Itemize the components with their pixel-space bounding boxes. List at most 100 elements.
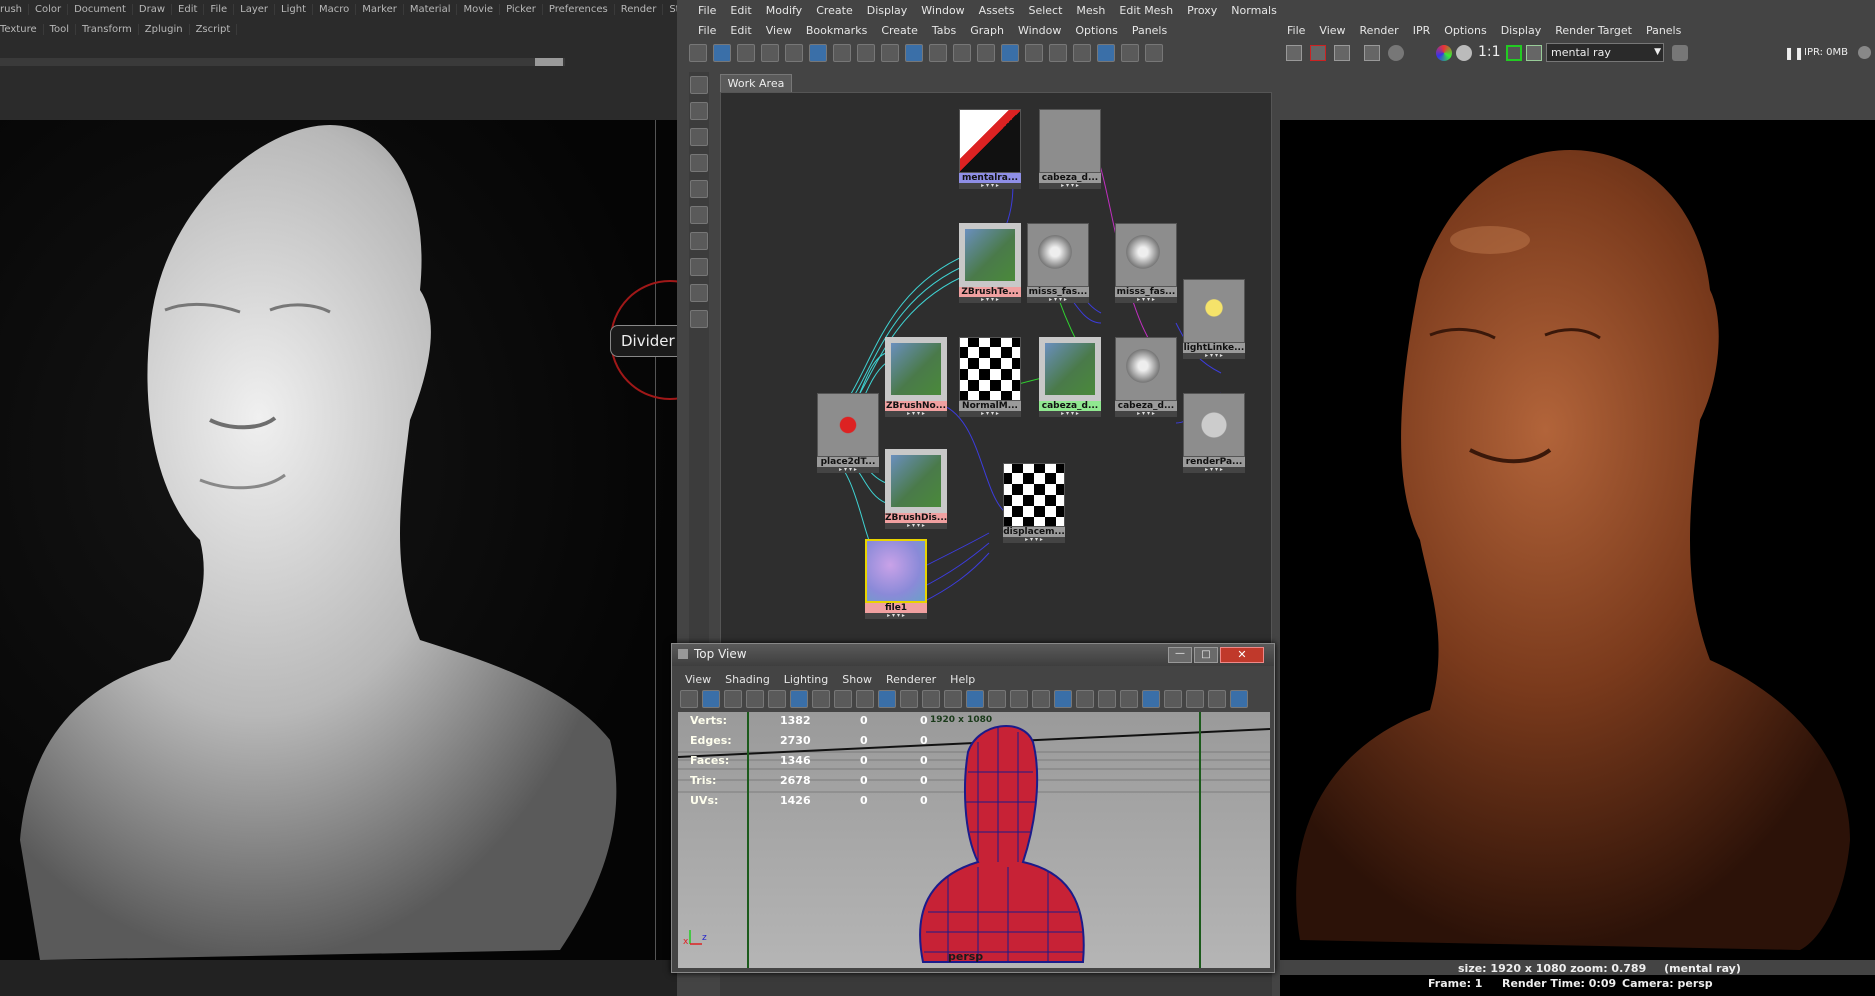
viewport-tool-icon[interactable]	[834, 690, 852, 708]
ipr-render-icon[interactable]	[1364, 45, 1380, 61]
render-view-menu-display[interactable]: Display	[1494, 24, 1549, 37]
maya-menu-assets[interactable]: Assets	[972, 4, 1022, 17]
viewport-tool-icon[interactable]	[812, 690, 830, 708]
hypershade-side-tool-icon[interactable]	[690, 232, 708, 250]
viewport-tool-icon[interactable]	[1230, 690, 1248, 708]
hypershade-menu-view[interactable]: View	[759, 24, 799, 37]
shader-node[interactable]: mentalra... ▸ ▾ ▾ ▸	[959, 109, 1021, 189]
viewport-tool-icon[interactable]	[790, 690, 808, 708]
top-view-menu-shading[interactable]: Shading	[718, 673, 777, 686]
node-port-arrows-icon[interactable]: ▸ ▾ ▾ ▸	[1003, 537, 1065, 543]
shader-node[interactable]: ZBrushTe... ▸ ▾ ▾ ▸	[959, 223, 1021, 303]
shader-node[interactable]: renderPa... ▸ ▾ ▾ ▸	[1183, 393, 1245, 473]
zbrush-menu-zplugin[interactable]: Zplugin	[139, 23, 190, 35]
hypershade-tool-icon[interactable]	[881, 44, 899, 62]
shader-node[interactable]: place2dT... ▸ ▾ ▾ ▸	[817, 393, 879, 473]
hypershade-tool-icon[interactable]	[833, 44, 851, 62]
top-view-menu-view[interactable]: View	[678, 673, 718, 686]
hypershade-menu-graph[interactable]: Graph	[963, 24, 1011, 37]
zbrush-menu-marker[interactable]: Marker	[356, 3, 404, 15]
node-port-arrows-icon[interactable]: ▸ ▾ ▾ ▸	[959, 411, 1021, 417]
hypershade-side-tool-icon[interactable]	[690, 154, 708, 172]
hypershade-menu-create[interactable]: Create	[874, 24, 925, 37]
viewport-tool-icon[interactable]	[1032, 690, 1050, 708]
zbrush-menu-texture[interactable]: Texture	[0, 23, 44, 35]
node-port-arrows-icon[interactable]: ▸ ▾ ▾ ▸	[959, 297, 1021, 303]
hypershade-tool-icon[interactable]	[977, 44, 995, 62]
refresh-icon[interactable]	[1388, 45, 1404, 61]
hypershade-tool-icon[interactable]	[1097, 44, 1115, 62]
hypershade-menu-file[interactable]: File	[691, 24, 723, 37]
viewport-tool-icon[interactable]	[1010, 690, 1028, 708]
hypershade-side-tool-icon[interactable]	[690, 206, 708, 224]
zbrush-menu-light[interactable]: Light	[275, 3, 314, 15]
zbrush-canvas[interactable]	[0, 120, 677, 960]
shader-node[interactable]: ZBrushNo... ▸ ▾ ▾ ▸	[885, 337, 947, 417]
hypershade-tool-icon[interactable]	[929, 44, 947, 62]
hypershade-tool-icon[interactable]	[1073, 44, 1091, 62]
work-area-tab[interactable]: Work Area	[720, 74, 792, 93]
render-region-icon[interactable]	[1286, 45, 1302, 61]
zbrush-menu-edit[interactable]: Edit	[172, 3, 205, 15]
top-view-titlebar[interactable]: Top View — □ ✕	[672, 644, 1274, 666]
maya-menu-proxy[interactable]: Proxy	[1180, 4, 1224, 17]
viewport-tool-icon[interactable]	[1208, 690, 1226, 708]
viewport-tool-icon[interactable]	[1054, 690, 1072, 708]
zbrush-menu-preferences[interactable]: Preferences	[543, 3, 615, 15]
zbrush-menu-picker[interactable]: Picker	[500, 3, 543, 15]
hypershade-tool-icon[interactable]	[785, 44, 803, 62]
zbrush-menu-layer[interactable]: Layer	[234, 3, 276, 15]
hypershade-menu-bookmarks[interactable]: Bookmarks	[799, 24, 874, 37]
maya-menu-file[interactable]: File	[691, 4, 723, 17]
maya-menu-mesh[interactable]: Mesh	[1069, 4, 1112, 17]
persp-viewport[interactable]: x z Verts: 1382 0 0 Edges: 2730 0 0 Faces: 1346 0 0…	[678, 712, 1270, 968]
alpha-channel-icon[interactable]	[1456, 45, 1472, 61]
minimize-icon[interactable]: —	[1168, 647, 1192, 663]
shader-node[interactable]: NormalM... ▸ ▾ ▾ ▸	[959, 337, 1021, 417]
render-view-menu-options[interactable]: Options	[1437, 24, 1493, 37]
shader-node[interactable]: misss_fas... ▸ ▾ ▾ ▸	[1115, 223, 1177, 303]
hypershade-tool-icon[interactable]	[953, 44, 971, 62]
ratio-label[interactable]: 1:1	[1478, 44, 1501, 60]
top-view-menu-show[interactable]: Show	[835, 673, 879, 686]
render-view-menu-render-target[interactable]: Render Target	[1548, 24, 1639, 37]
top-view-menu-help[interactable]: Help	[943, 673, 982, 686]
render-current-icon[interactable]	[1310, 45, 1326, 61]
hypershade-tool-icon[interactable]	[1025, 44, 1043, 62]
hypershade-menu-tabs[interactable]: Tabs	[925, 24, 963, 37]
rgb-channel-icon[interactable]	[1436, 45, 1452, 61]
node-port-arrows-icon[interactable]: ▸ ▾ ▾ ▸	[1115, 411, 1177, 417]
node-port-arrows-icon[interactable]: ▸ ▾ ▾ ▸	[1027, 297, 1089, 303]
top-view-menu-lighting[interactable]: Lighting	[777, 673, 835, 686]
shader-node[interactable]: ZBrushDis... ▸ ▾ ▾ ▸	[885, 449, 947, 529]
node-port-arrows-icon[interactable]: ▸ ▾ ▾ ▸	[885, 411, 947, 417]
maya-menu-display[interactable]: Display	[860, 4, 915, 17]
viewport-tool-icon[interactable]	[724, 690, 742, 708]
pause-icon[interactable]: ❚❚	[1784, 46, 1804, 60]
viewport-tool-icon[interactable]	[988, 690, 1006, 708]
shader-node[interactable]: cabeza_d... ▸ ▾ ▾ ▸	[1115, 337, 1177, 417]
hypershade-tool-icon[interactable]	[1145, 44, 1163, 62]
node-port-arrows-icon[interactable]: ▸ ▾ ▾ ▸	[1183, 353, 1245, 359]
node-port-arrows-icon[interactable]: ▸ ▾ ▾ ▸	[959, 183, 1021, 189]
shader-node[interactable]: misss_fas... ▸ ▾ ▾ ▸	[1027, 223, 1089, 303]
hypershade-side-tool-icon[interactable]	[690, 76, 708, 94]
viewport-tool-icon[interactable]	[1098, 690, 1116, 708]
zbrush-menu-rush[interactable]: rush	[0, 3, 29, 15]
hypershade-tool-icon[interactable]	[689, 44, 707, 62]
zbrush-menu-draw[interactable]: Draw	[133, 3, 173, 15]
viewport-tool-icon[interactable]	[966, 690, 984, 708]
maya-menu-edit-mesh[interactable]: Edit Mesh	[1112, 4, 1180, 17]
zbrush-menu-transform[interactable]: Transform	[76, 23, 139, 35]
render-view-menu-ipr[interactable]: IPR	[1406, 24, 1438, 37]
viewport-tool-icon[interactable]	[1142, 690, 1160, 708]
hypershade-side-tool-icon[interactable]	[690, 128, 708, 146]
viewport-tool-icon[interactable]	[1076, 690, 1094, 708]
viewport-tool-icon[interactable]	[1164, 690, 1182, 708]
hypershade-tool-icon[interactable]	[713, 44, 731, 62]
hypershade-menu-window[interactable]: Window	[1011, 24, 1068, 37]
viewport-tool-icon[interactable]	[1186, 690, 1204, 708]
hypershade-side-tool-icon[interactable]	[690, 310, 708, 328]
node-graph-canvas[interactable]: mentalra... ▸ ▾ ▾ ▸ cabeza_d... ▸ ▾ ▾ ▸ ZBru…	[720, 92, 1272, 652]
render-view-menu-file[interactable]: File	[1280, 24, 1312, 37]
